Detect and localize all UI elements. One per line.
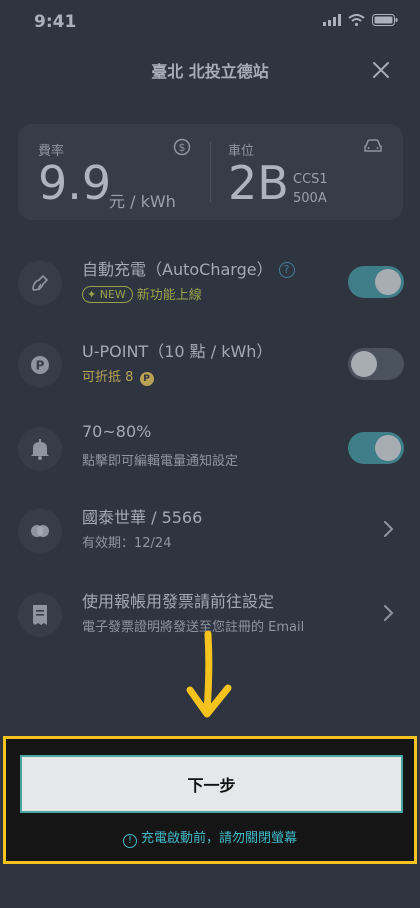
upoint-row[interactable]: P U-POINT（10 點 / kWh） 可折抵 8 P: [0, 330, 420, 400]
connector-type: CCS1: [293, 172, 328, 187]
autocharge-row[interactable]: 自動充電（AutoCharge）? ✦ NEW 新功能上線: [0, 248, 420, 318]
card-title: 國泰世華 / 5566: [82, 508, 203, 527]
status-time: 9:41: [34, 12, 77, 32]
upoint-icon-wrap: P: [18, 343, 62, 387]
upoint-icon: P: [31, 356, 49, 374]
receipt-icon: [33, 605, 47, 625]
card-expiry: 有效期：12/24: [82, 536, 172, 551]
point-icon: P: [139, 372, 154, 386]
rate-value: 9.9: [38, 156, 112, 210]
wifi-icon: [348, 14, 365, 26]
dollar-icon: $: [173, 138, 191, 156]
close-icon: [373, 62, 389, 78]
svg-text:$: $: [179, 141, 186, 154]
autocharge-title: 自動充電（AutoCharge）?: [82, 256, 295, 280]
station-info-card: 費率 9.9 元 / kWh $ 車位 2B CCS1 500A: [18, 124, 403, 220]
car-icon: [364, 139, 382, 152]
new-badge: ✦ NEW: [82, 286, 133, 303]
battery-title: 70~80%: [82, 422, 152, 441]
warning-text: 充電啟動前，請勿關閉螢幕: [140, 831, 297, 846]
upoint-title: U-POINT（10 點 / kWh）: [82, 342, 273, 361]
slot-value: 2B: [228, 156, 289, 210]
bell-icon-wrap: [18, 427, 62, 471]
screen-warning: ! 充電啟動前，請勿關閉螢幕: [6, 827, 414, 848]
rate-unit: 元 / kWh: [109, 192, 176, 211]
page-title: 臺北 北投立德站: [151, 62, 269, 81]
help-icon[interactable]: ?: [278, 262, 295, 278]
battery-notify-toggle[interactable]: [348, 432, 404, 464]
svg-text:P: P: [36, 359, 45, 373]
upoint-toggle[interactable]: [348, 348, 404, 380]
connector-power: 500A: [293, 191, 327, 206]
card-divider: [210, 142, 211, 202]
invoice-icon-wrap: [18, 593, 62, 637]
battery-icon: [372, 14, 398, 26]
bottom-action-panel: 下一步 ! 充電啟動前，請勿關閉螢幕: [3, 736, 417, 864]
autocharge-icon-wrap: [18, 261, 62, 305]
battery-notify-row[interactable]: 70~80% 點擊即可編輯電量通知設定: [0, 414, 420, 484]
autocharge-toggle[interactable]: [348, 266, 404, 298]
upoint-subtitle: 可折抵 8 P: [82, 366, 154, 386]
chevron-right-icon: [384, 605, 394, 621]
annotation-arrow-icon: [186, 630, 232, 718]
bell-icon: [31, 439, 49, 460]
sparkle-icon: ✦: [87, 288, 97, 301]
toggle-knob: [375, 269, 401, 295]
battery-subtitle: 點擊即可編輯電量通知設定: [82, 454, 239, 469]
payment-card-row[interactable]: 國泰世華 / 5566 有效期：12/24: [0, 496, 420, 566]
new-feature-text: 新功能上線: [136, 288, 202, 303]
credit-card-icon: [31, 525, 49, 537]
card-icon-wrap: [18, 509, 62, 553]
next-step-button[interactable]: 下一步: [20, 755, 403, 813]
autocharge-subtitle: ✦ NEW 新功能上線: [82, 284, 202, 303]
toggle-knob: [375, 435, 401, 461]
chevron-right-icon: [384, 521, 394, 537]
invoice-title: 使用報帳用發票請前往設定: [82, 592, 275, 611]
signal-icon: [323, 14, 341, 26]
status-icons: [323, 14, 398, 26]
close-button[interactable]: [367, 56, 395, 84]
status-bar: 9:41: [0, 0, 420, 46]
bottom-safe-area: [0, 864, 420, 908]
charging-plug-icon: [32, 274, 49, 291]
toggle-knob: [351, 351, 377, 377]
warning-icon: !: [122, 834, 137, 848]
